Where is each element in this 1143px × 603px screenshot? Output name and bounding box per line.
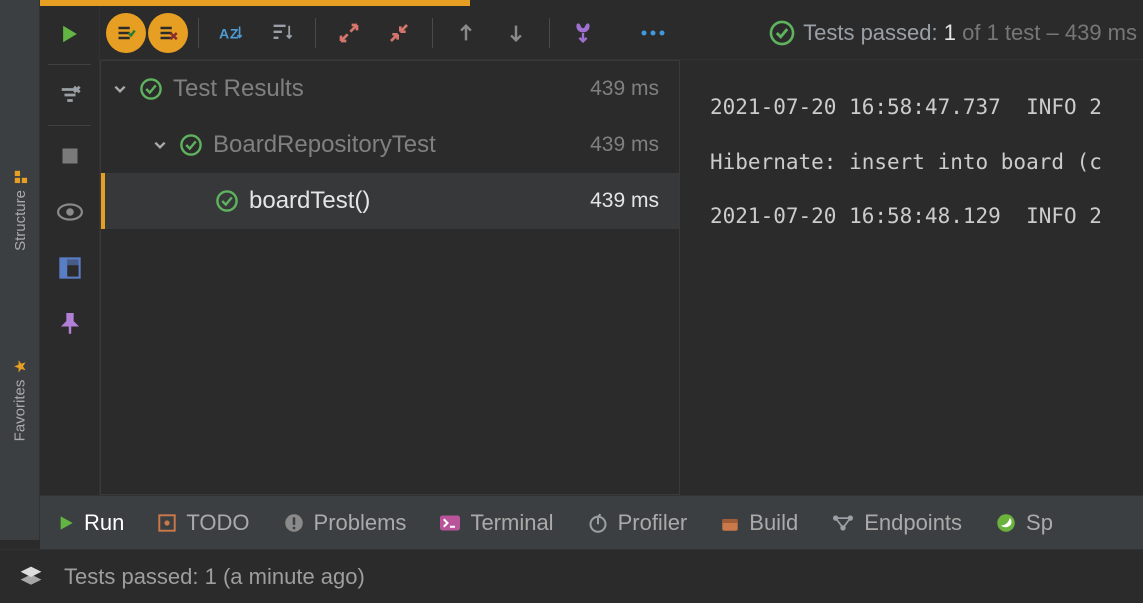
spring-icon: [996, 513, 1016, 533]
endpoints-icon: [832, 514, 854, 532]
play-icon: [58, 515, 74, 531]
tree-method-row[interactable]: boardTest() 439 ms: [101, 173, 679, 229]
test-toolbar: AZ Tests passed: 1 of 1 test – 439 ms: [100, 6, 1143, 60]
left-tool-tabs: Structure Favorites: [0, 0, 40, 540]
tree-method-label: boardTest(): [249, 187, 370, 215]
tree-method-time: 439 ms: [590, 189, 659, 213]
build-tab-label: Build: [749, 510, 798, 536]
layers-icon[interactable]: [18, 564, 44, 590]
run-tab-label: Run: [84, 510, 124, 536]
structure-tab[interactable]: Structure: [0, 140, 40, 280]
show-ignored-toggle[interactable]: [148, 13, 188, 53]
console-line: Hibernate: insert into board (c: [710, 150, 1102, 174]
build-icon: [721, 514, 739, 532]
favorites-tab[interactable]: Favorites: [0, 330, 40, 470]
tree-class-label: BoardRepositoryTest: [213, 131, 436, 159]
chevron-down-icon[interactable]: [151, 138, 169, 152]
profiler-tab[interactable]: Profiler: [588, 510, 688, 536]
star-icon: [13, 359, 27, 373]
run-tab[interactable]: Run: [58, 510, 124, 536]
problems-tab-label: Problems: [314, 510, 407, 536]
layout-icon[interactable]: [40, 240, 100, 296]
tree-root-label: Test Results: [173, 75, 304, 103]
check-circle-icon: [769, 20, 795, 46]
run-side-toolbar: [40, 6, 100, 496]
structure-icon: [13, 170, 27, 184]
check-circle-icon: [215, 189, 239, 213]
svg-text:Z: Z: [230, 25, 239, 41]
chevron-down-icon[interactable]: [111, 82, 129, 96]
prev-failed-icon[interactable]: [443, 13, 489, 53]
console-line: 2021-07-20 16:58:48.129 INFO 2: [710, 204, 1102, 228]
todo-tab[interactable]: TODO: [158, 510, 249, 536]
structure-tab-label: Structure: [12, 190, 29, 251]
spring-tab[interactable]: Sp: [996, 510, 1053, 536]
import-tests-icon[interactable]: [560, 13, 606, 53]
test-tree[interactable]: Test Results 439 ms BoardRepositoryTest …: [100, 60, 680, 495]
check-circle-icon: [139, 77, 163, 101]
profiler-icon: [588, 513, 608, 533]
profiler-tab-label: Profiler: [618, 510, 688, 536]
status-message: Tests passed: 1 (a minute ago): [64, 564, 365, 590]
test-status-summary: Tests passed: 1 of 1 test – 439 ms: [769, 20, 1137, 46]
watch-icon[interactable]: [40, 184, 100, 240]
terminal-tab-label: Terminal: [470, 510, 553, 536]
filter-hide-icon[interactable]: [40, 67, 100, 123]
status-rest: of 1 test – 439 ms: [962, 20, 1137, 45]
sort-alpha-icon[interactable]: AZ: [209, 13, 255, 53]
spring-tab-label: Sp: [1026, 510, 1053, 536]
problems-tab[interactable]: Problems: [284, 510, 407, 536]
bottom-tool-tabs: Run TODO Problems Terminal Profiler Buil…: [40, 495, 1143, 549]
show-passed-toggle[interactable]: [106, 13, 146, 53]
status-bar: Tests passed: 1 (a minute ago): [0, 549, 1143, 603]
problems-icon: [284, 513, 304, 533]
expand-all-icon[interactable]: [326, 13, 372, 53]
tree-root-row[interactable]: Test Results 439 ms: [101, 61, 679, 117]
status-label: Tests passed:: [803, 20, 938, 45]
tree-root-time: 439 ms: [590, 77, 659, 101]
collapse-all-icon[interactable]: [376, 13, 422, 53]
run-button[interactable]: [40, 6, 100, 62]
sort-duration-icon[interactable]: [259, 13, 305, 53]
todo-icon: [158, 514, 176, 532]
pin-icon[interactable]: [40, 296, 100, 352]
stop-button[interactable]: [40, 128, 100, 184]
tree-class-row[interactable]: BoardRepositoryTest 439 ms: [101, 117, 679, 173]
terminal-tab[interactable]: Terminal: [440, 510, 553, 536]
test-console[interactable]: 2021-07-20 16:58:47.737 INFO 2 Hibernate…: [680, 60, 1143, 495]
build-tab[interactable]: Build: [721, 510, 798, 536]
todo-tab-label: TODO: [186, 510, 249, 536]
endpoints-tab-label: Endpoints: [864, 510, 962, 536]
console-line: 2021-07-20 16:58:47.737 INFO 2: [710, 95, 1102, 119]
favorites-tab-label: Favorites: [12, 379, 29, 441]
next-failed-icon[interactable]: [493, 13, 539, 53]
status-passed-count: 1: [944, 20, 956, 45]
more-icon[interactable]: [630, 13, 676, 53]
tree-class-time: 439 ms: [590, 133, 659, 157]
check-circle-icon: [179, 133, 203, 157]
terminal-icon: [440, 515, 460, 531]
svg-text:A: A: [219, 25, 229, 41]
endpoints-tab[interactable]: Endpoints: [832, 510, 962, 536]
